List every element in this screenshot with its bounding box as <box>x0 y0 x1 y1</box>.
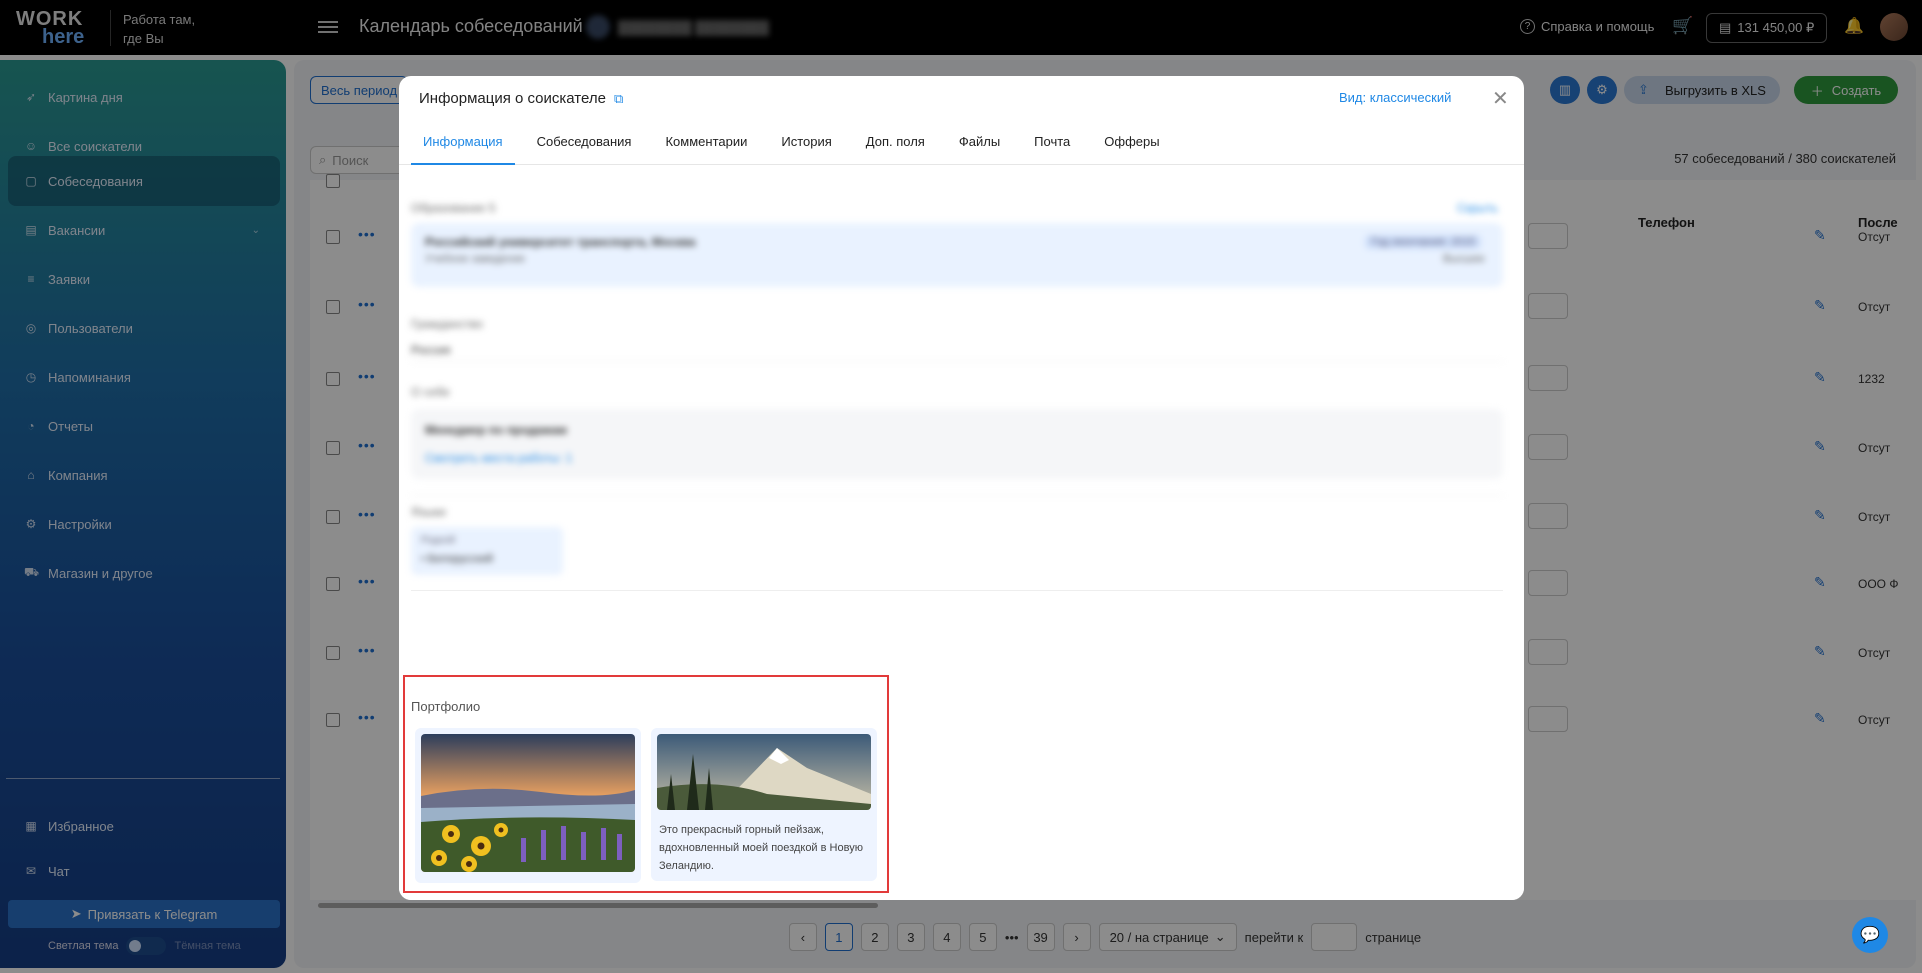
divider <box>411 361 1503 362</box>
language-value: • Белорусский <box>421 553 494 565</box>
modal-tabs: Информация Собеседования Комментарии Ист… <box>399 120 1524 165</box>
modal-title: Информация о соискателе ⧉ <box>419 90 623 107</box>
divider <box>411 495 1503 496</box>
portfolio-label: Портфолио <box>411 699 481 714</box>
work-places-link[interactable]: Смотреть места работы: 1 <box>425 451 572 465</box>
about-label: О себе <box>411 385 450 399</box>
portfolio-image-mountains[interactable] <box>657 734 871 810</box>
education-name: Российский университет транспорта, Москв… <box>425 235 696 249</box>
education-hide-link[interactable]: Скрыть <box>1457 201 1498 215</box>
education-level: Высшее <box>1443 253 1485 265</box>
tab-offers[interactable]: Офферы <box>1092 120 1171 165</box>
languages-label: Языки <box>411 505 446 519</box>
tab-files[interactable]: Файлы <box>947 120 1012 165</box>
portfolio-item[interactable] <box>415 728 641 883</box>
tab-history[interactable]: История <box>769 120 843 165</box>
view-mode-link[interactable]: Вид: классический <box>1339 90 1451 105</box>
about-title: Менеджер по продажам <box>425 423 568 437</box>
citizenship-label: Гражданство <box>411 317 483 331</box>
close-icon[interactable]: ✕ <box>1492 86 1509 111</box>
education-type: Учебное заведение <box>425 253 526 265</box>
citizenship-value: Россия <box>411 343 451 357</box>
tab-comments[interactable]: Комментарии <box>653 120 759 165</box>
portfolio-image-flowers[interactable] <box>421 734 635 872</box>
external-link-icon[interactable]: ⧉ <box>614 91 623 107</box>
about-card <box>411 409 1503 479</box>
tab-mail[interactable]: Почта <box>1022 120 1082 165</box>
language-sub: Родной <box>421 535 456 546</box>
modal-title-text: Информация о соискателе <box>419 90 606 107</box>
tab-extra-fields[interactable]: Доп. поля <box>854 120 937 165</box>
chat-bubble-icon: 💬 <box>1860 927 1880 944</box>
support-chat-button[interactable]: 💬 <box>1852 917 1888 953</box>
education-card <box>411 223 1503 287</box>
tab-info[interactable]: Информация <box>411 120 515 165</box>
portfolio-caption: Это прекрасный горный пейзаж, вдохновлен… <box>659 824 863 872</box>
tab-interviews[interactable]: Собеседования <box>525 120 644 165</box>
divider <box>411 590 1503 591</box>
education-year: Год окончания: 2015 <box>1365 235 1482 249</box>
education-label: Образование 5 <box>411 201 496 215</box>
portfolio-item[interactable]: Это прекрасный горный пейзаж, вдохновлен… <box>651 728 877 881</box>
candidate-modal: Информация о соискателе ⧉ Вид: классичес… <box>399 76 1524 900</box>
